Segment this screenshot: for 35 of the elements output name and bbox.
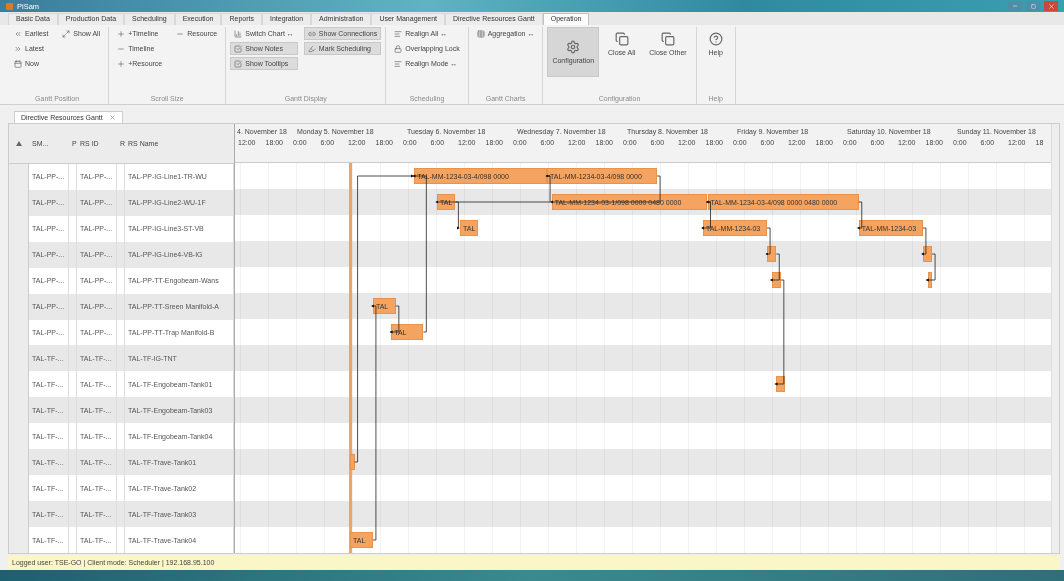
task-bar[interactable]	[922, 246, 933, 262]
maximize-icon	[1030, 3, 1036, 9]
plus-icon	[117, 59, 126, 68]
task-bar[interactable]	[771, 272, 781, 288]
help-icon	[708, 32, 723, 46]
app-icon	[6, 2, 13, 10]
expand-icon	[62, 29, 71, 38]
align-icon	[394, 59, 403, 68]
settings-icon	[566, 40, 581, 54]
close-icon	[1047, 2, 1055, 10]
task-bar[interactable]	[927, 272, 933, 288]
checkbox-icon	[234, 59, 243, 68]
vertical-scrollbar[interactable]	[1051, 124, 1059, 553]
bar-chart-icon	[234, 29, 243, 38]
double-left-chevron-icon	[14, 29, 22, 38]
row-header[interactable]	[9, 163, 29, 190]
minimize-button[interactable]	[1008, 1, 1022, 11]
task-bar[interactable]	[776, 376, 786, 392]
plus-icon	[117, 29, 126, 38]
checkbox-icon	[234, 44, 243, 53]
highlighter-icon	[307, 44, 316, 53]
maximize-button[interactable]	[1026, 1, 1040, 11]
close-button[interactable]	[1044, 1, 1058, 11]
copy-icon	[614, 32, 629, 46]
link-icon	[307, 29, 316, 38]
row-header[interactable]	[9, 527, 29, 553]
copy-icon	[660, 32, 675, 46]
double-right-chevron-icon	[14, 44, 22, 53]
close-icon[interactable]	[108, 114, 116, 121]
lock-icon	[394, 44, 403, 53]
align-icon	[394, 29, 403, 38]
sort-icon	[16, 140, 22, 146]
calendar-icon	[14, 59, 22, 68]
minimize-icon	[1012, 3, 1018, 9]
table-icon	[476, 29, 485, 38]
